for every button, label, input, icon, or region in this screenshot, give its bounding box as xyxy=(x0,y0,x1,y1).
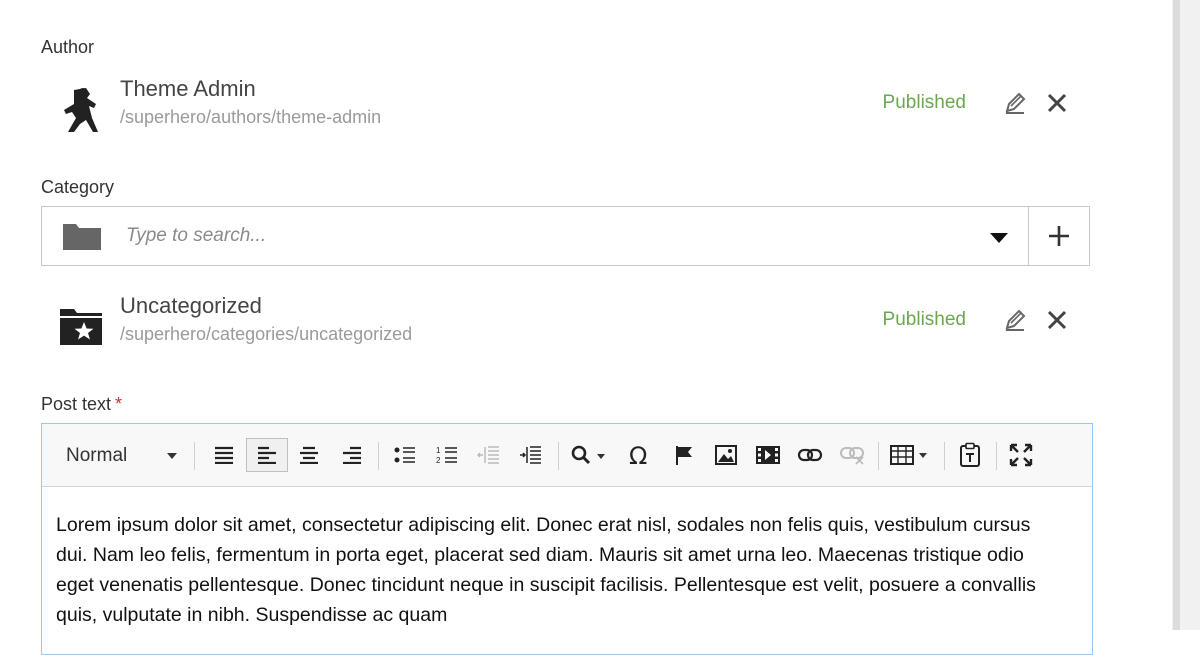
toolbar-separator xyxy=(378,442,379,470)
edit-author-button[interactable] xyxy=(1002,90,1028,116)
post-text-label: Post text * xyxy=(41,394,122,415)
close-icon xyxy=(1047,93,1067,113)
category-path: /superhero/categories/uncategorized xyxy=(120,324,413,344)
insert-video-button[interactable] xyxy=(750,438,786,472)
unlink-icon xyxy=(840,447,864,465)
omega-icon: Ω xyxy=(629,443,647,467)
image-icon xyxy=(715,445,737,465)
scrollbar-track[interactable] xyxy=(1173,0,1180,630)
author-item: Theme Admin /superhero/authors/theme-adm… xyxy=(56,76,1086,146)
bulleted-list-icon xyxy=(394,447,415,463)
category-title[interactable]: Uncategorized xyxy=(120,293,262,319)
format-dropdown-value: Normal xyxy=(66,445,128,466)
unlink-button[interactable] xyxy=(834,438,870,472)
author-path: /superhero/authors/theme-admin xyxy=(120,107,382,127)
special-character-button[interactable]: Ω xyxy=(622,438,658,472)
required-mark: * xyxy=(115,394,123,414)
folder-icon xyxy=(62,221,102,251)
close-icon xyxy=(1047,310,1067,330)
folder-star-icon xyxy=(56,301,106,351)
superhero-avatar-icon xyxy=(56,84,106,134)
author-title[interactable]: Theme Admin xyxy=(120,76,256,102)
svg-text:Ω: Ω xyxy=(629,443,647,467)
maximize-button[interactable] xyxy=(1003,438,1039,472)
outdent-button[interactable] xyxy=(471,438,507,472)
align-right-button[interactable] xyxy=(334,438,370,472)
align-left-button[interactable] xyxy=(246,438,288,472)
author-label: Author xyxy=(41,37,95,57)
toolbar-separator xyxy=(558,442,559,470)
clipboard-icon xyxy=(960,442,980,467)
search-icon xyxy=(571,445,605,465)
toolbar-separator xyxy=(996,442,997,470)
rich-text-editor: Normal 1 2 Ω Lorem ipsum dolor sit amet,… xyxy=(41,423,1093,655)
plus-icon xyxy=(1049,226,1069,246)
author-status: Published xyxy=(882,92,966,113)
align-left-icon xyxy=(258,446,276,464)
align-center-button[interactable] xyxy=(291,438,327,472)
add-category-button[interactable] xyxy=(1028,207,1090,265)
toolbar-separator xyxy=(194,442,195,470)
numbered-list-icon: 1 2 xyxy=(436,446,457,465)
format-dropdown[interactable]: Normal xyxy=(52,438,182,472)
indent-icon xyxy=(520,446,541,464)
flag-icon xyxy=(676,446,692,465)
category-label: Category xyxy=(41,177,115,197)
editor-content[interactable]: Lorem ipsum dolor sit amet, consectetur … xyxy=(56,510,1056,630)
insert-table-button[interactable] xyxy=(886,438,936,472)
pencil-icon xyxy=(1005,92,1026,114)
caret-down-icon xyxy=(167,453,177,459)
justify-button[interactable] xyxy=(206,438,242,472)
pencil-icon xyxy=(1005,309,1026,331)
numbered-list-button[interactable]: 1 2 xyxy=(429,438,465,472)
bulleted-list-button[interactable] xyxy=(387,438,423,472)
indent-button[interactable] xyxy=(513,438,549,472)
category-search-input[interactable] xyxy=(124,217,928,255)
svg-text:1: 1 xyxy=(436,446,441,455)
remove-category-button[interactable] xyxy=(1044,307,1070,333)
link-icon xyxy=(797,448,823,462)
insert-image-button[interactable] xyxy=(708,438,744,472)
post-text-label-text: Post text xyxy=(41,394,112,414)
caret-down-icon xyxy=(990,233,1008,243)
page-scrollbar[interactable] xyxy=(1172,0,1200,630)
category-status: Published xyxy=(882,309,966,330)
category-dropdown-button[interactable] xyxy=(972,207,1027,265)
insert-link-button[interactable] xyxy=(792,438,828,472)
edit-category-button[interactable] xyxy=(1002,307,1028,333)
find-replace-button[interactable] xyxy=(566,438,614,472)
editor-toolbar: Normal 1 2 Ω xyxy=(42,424,1092,487)
align-justify-icon xyxy=(215,446,233,464)
align-right-icon xyxy=(343,446,361,464)
film-icon xyxy=(756,446,780,464)
table-icon xyxy=(890,445,927,465)
svg-text:2: 2 xyxy=(436,456,441,465)
align-center-icon xyxy=(300,446,318,464)
anchor-button[interactable] xyxy=(666,438,702,472)
category-search xyxy=(41,206,1090,266)
remove-author-button[interactable] xyxy=(1044,90,1070,116)
category-item: Uncategorized /superhero/categories/unca… xyxy=(56,293,1086,363)
toolbar-separator xyxy=(878,442,879,470)
toolbar-separator xyxy=(944,442,945,470)
paste-as-text-button[interactable] xyxy=(952,438,988,472)
outdent-icon xyxy=(477,446,499,464)
maximize-icon xyxy=(1009,443,1033,467)
